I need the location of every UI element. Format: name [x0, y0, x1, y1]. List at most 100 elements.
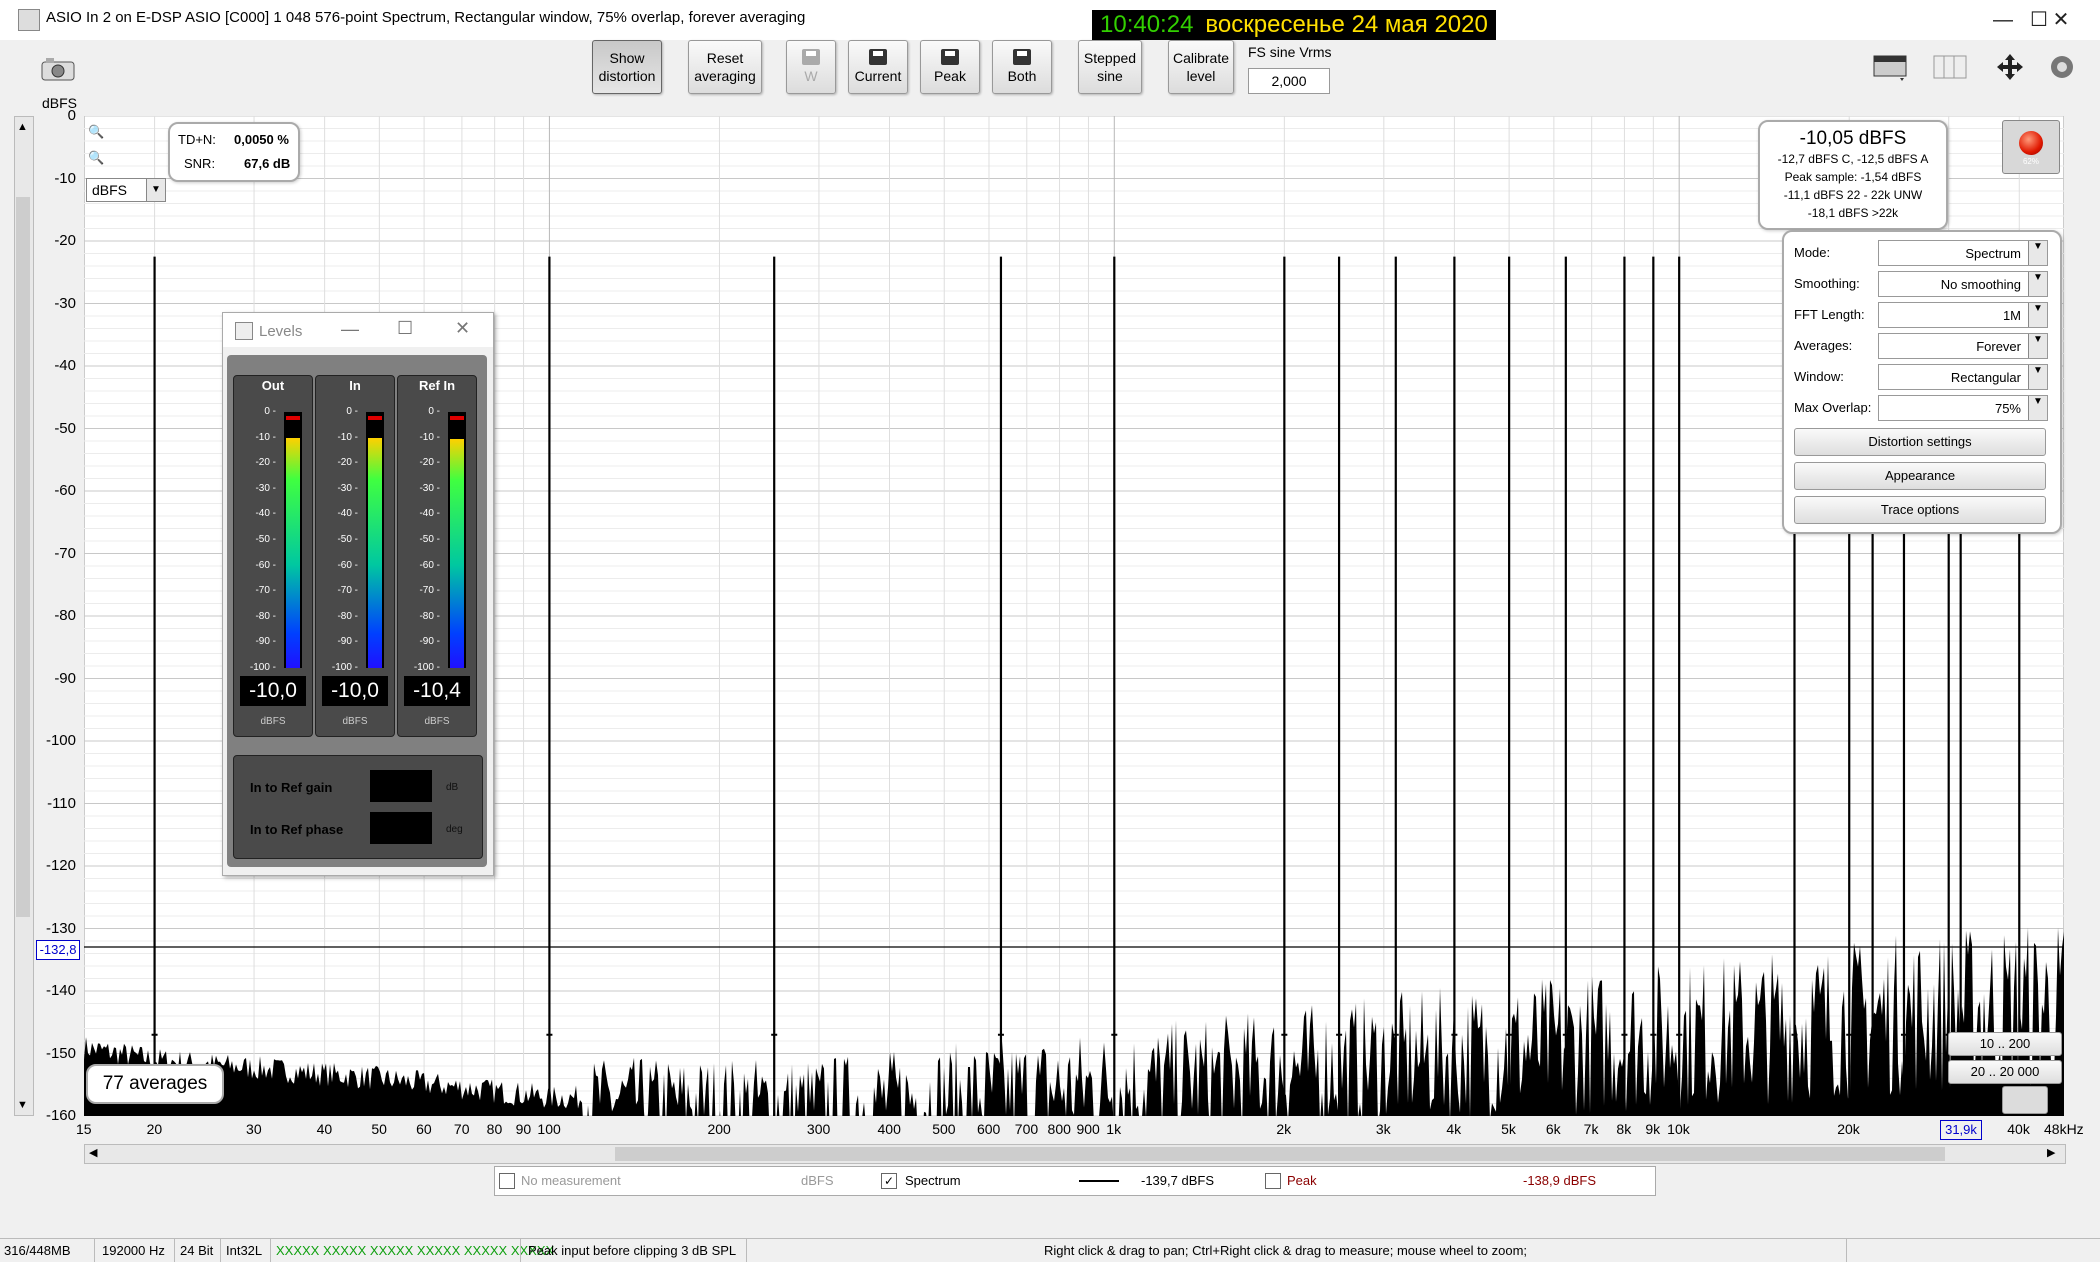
- levels-title-bar[interactable]: Levels — ☐ ✕: [223, 313, 493, 347]
- averages-dropdown[interactable]: Forever ▼: [1878, 333, 2048, 359]
- meter-name: Out: [261, 378, 285, 393]
- x-tick-label: 10k: [1667, 1121, 1690, 1137]
- x-tick-label: 30: [246, 1121, 262, 1137]
- levels-window[interactable]: Levels — ☐ ✕ Out 0 - -10 - -20 - -30 - -40 - -…: [222, 312, 494, 876]
- y-tick-label: 0: [67, 107, 76, 124]
- x-tick-label: 50: [371, 1121, 387, 1137]
- x-tick-label: 500: [932, 1121, 956, 1137]
- levels-minimize-button[interactable]: —: [341, 319, 359, 340]
- fft-length-dropdown[interactable]: 1M ▼: [1878, 302, 2048, 328]
- x-tick-label: 15: [76, 1121, 92, 1137]
- save-icon: [941, 49, 959, 65]
- sample-rate: 192000 Hz: [102, 1243, 165, 1258]
- clock-date: воскресенье 24 мая 2020: [1205, 11, 1488, 38]
- level-readout: -10,05 dBFS -12,7 dBFS C, -12,5 dBFS A P…: [1758, 120, 1948, 230]
- channel-indicators: XXXXX XXXXX XXXXX XXXXX XXXXX XXXXX: [276, 1243, 555, 1258]
- meter-scale-label: -20 -: [419, 457, 440, 469]
- save-current-button[interactable]: Current: [848, 40, 908, 94]
- show-distortion-button[interactable]: Show distortion: [592, 40, 662, 94]
- levels-title: Levels: [259, 323, 303, 340]
- window-dropdown[interactable]: Rectangular ▼: [1878, 364, 2048, 390]
- horizontal-scrollbar[interactable]: ◀ ▶: [84, 1144, 2066, 1164]
- no-measurement-checkbox[interactable]: [499, 1173, 515, 1189]
- x-tick-label: 2k: [1276, 1121, 1292, 1137]
- scroll-right-arrow[interactable]: ▶: [2047, 1146, 2055, 1159]
- chevron-down-icon: ▼: [2028, 396, 2047, 420]
- layout-icon[interactable]: [1870, 52, 1910, 82]
- averages-row: Averages: Forever ▼: [1794, 333, 2050, 359]
- record-button[interactable]: 62%: [2002, 120, 2060, 174]
- level-meter-in: In 0 - -10 - -20 - -30 - -40 - -50 - -60 - -70 -…: [315, 375, 395, 737]
- level-meter-ref-in: Ref In 0 - -10 - -20 - -30 - -40 - -50 - -60 - -…: [397, 375, 477, 737]
- zoom-out-icon[interactable]: 🔍: [88, 150, 104, 166]
- x-tick-label: 90: [515, 1121, 532, 1137]
- x-tick-label: 4k: [1446, 1121, 1462, 1137]
- x-tick-label: 60: [416, 1121, 432, 1137]
- trace-legend: No measurement dBFS ✓ Spectrum -139,7 dB…: [494, 1166, 1656, 1196]
- camera-icon[interactable]: [40, 56, 78, 82]
- chevron-down-icon: ▼: [146, 179, 165, 201]
- meter-fill: [286, 437, 300, 668]
- trace-options-button[interactable]: Trace options: [1794, 496, 2046, 524]
- scroll-left-arrow[interactable]: ◀: [89, 1146, 97, 1159]
- spectrum-checkbox[interactable]: ✓: [881, 1173, 897, 1189]
- close-button[interactable]: ✕: [2038, 4, 2084, 36]
- autoscale-icon[interactable]: [1990, 52, 2030, 82]
- smoothing-dropdown[interactable]: No smoothing ▼: [1878, 271, 2048, 297]
- x-tick-label: 5k: [1501, 1121, 1516, 1137]
- range-20-20000-button[interactable]: 20 .. 20 000: [1948, 1060, 2062, 1084]
- meter-scale-label: -70 -: [255, 585, 276, 597]
- distortion-settings-button[interactable]: Distortion settings: [1794, 428, 2046, 456]
- zoom-in-icon[interactable]: 🔍: [88, 124, 104, 140]
- y-tick-label: -120: [45, 857, 76, 874]
- y-tick-label: -60: [54, 482, 76, 499]
- meter-scale-label: -60 -: [419, 559, 440, 571]
- ref-panel: In to Ref gain dB In to Ref phase deg: [233, 755, 483, 859]
- meter-scale-label: -50 -: [419, 534, 440, 545]
- meter-scale-label: -80 -: [419, 610, 440, 622]
- meter-unit: dBFS: [342, 716, 368, 727]
- x-tick-label: 70: [453, 1121, 470, 1137]
- y-tick-label: -160: [45, 1107, 76, 1124]
- columns-icon[interactable]: [1930, 52, 1970, 82]
- mode-dropdown[interactable]: Spectrum ▼: [1878, 240, 2048, 266]
- w-button[interactable]: W: [786, 40, 836, 94]
- save-both-button[interactable]: Both: [992, 40, 1052, 94]
- levels-app-icon: [235, 322, 253, 340]
- scroll-up-arrow[interactable]: ▲: [17, 121, 28, 133]
- gear-icon[interactable]: [2044, 52, 2084, 82]
- scroll-down-arrow[interactable]: ▼: [17, 1099, 28, 1111]
- usage-hint: Right click & drag to pan; Ctrl+Right cl…: [1044, 1243, 1528, 1258]
- peak-checkbox[interactable]: [1265, 1173, 1281, 1189]
- vertical-scroll-thumb[interactable]: [16, 197, 30, 917]
- levels-maximize-button[interactable]: ☐: [397, 318, 413, 339]
- zoom-toggle-icon[interactable]: [2002, 1086, 2048, 1114]
- x-tick-label: 400: [877, 1121, 901, 1137]
- chevron-down-icon: ▼: [2028, 365, 2047, 389]
- max-overlap-dropdown[interactable]: 75% ▼: [1878, 395, 2048, 421]
- stepped-sine-button[interactable]: Stepped sine: [1078, 40, 1142, 94]
- calibrate-level-button[interactable]: Calibrate level: [1168, 40, 1234, 94]
- chevron-down-icon: ▼: [2028, 241, 2047, 265]
- x-tick-label: 48kHz: [2044, 1121, 2084, 1137]
- reset-averaging-button[interactable]: Reset averaging: [688, 40, 762, 94]
- units-dropdown[interactable]: dBFS ▼: [86, 178, 166, 202]
- folder-icon: [802, 49, 820, 65]
- range-10-200-button[interactable]: 10 .. 200: [1948, 1032, 2062, 1056]
- tdn-readout: TD+N: 0,0050 % SNR: 67,6 dB: [168, 122, 300, 182]
- save-peak-button[interactable]: Peak: [920, 40, 980, 94]
- fs-sine-input[interactable]: 2,000: [1248, 68, 1330, 94]
- spectrum-line-swatch: [1079, 1180, 1119, 1182]
- vertical-scrollbar[interactable]: ▲ ▼: [14, 116, 34, 1116]
- window-title: ASIO In 2 on E-DSP ASIO [C000] 1 048 576…: [46, 9, 806, 26]
- levels-close-button[interactable]: ✕: [455, 318, 470, 339]
- y-tick-label: -80: [54, 607, 76, 624]
- x-tick-label: 800: [1047, 1121, 1071, 1137]
- y-tick-label: -90: [54, 669, 76, 687]
- window-row: Window: Rectangular ▼: [1794, 364, 2050, 390]
- appearance-button[interactable]: Appearance: [1794, 462, 2046, 490]
- meter-name: In: [349, 378, 361, 393]
- y-tick-label: -140: [45, 982, 76, 999]
- meter-scale-label: -100 -: [249, 662, 276, 673]
- horizontal-scroll-thumb[interactable]: [615, 1147, 1945, 1161]
